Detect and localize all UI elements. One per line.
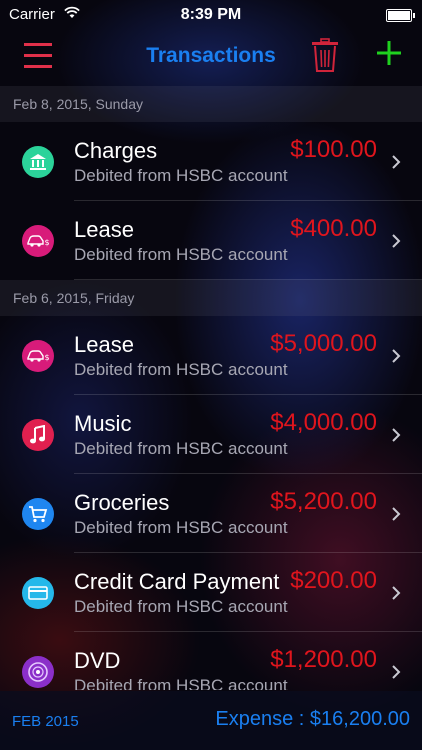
status-bar: Carrier 8:39 PM bbox=[0, 0, 422, 30]
navigation-bar: Transactions bbox=[0, 30, 422, 86]
car-lease-icon: $ bbox=[22, 340, 54, 372]
section-header-date: Feb 8, 2015, Sunday bbox=[0, 86, 422, 122]
transaction-subtitle: Debited from HSBC account bbox=[74, 518, 288, 537]
transaction-subtitle: Debited from HSBC account bbox=[74, 245, 288, 264]
add-icon[interactable] bbox=[376, 40, 402, 66]
transaction-row[interactable]: $ Lease Debited from HSBC account $5,000… bbox=[0, 316, 422, 395]
transaction-amount: $5,000.00 bbox=[270, 330, 377, 357]
chevron-right-icon bbox=[392, 428, 401, 442]
transaction-title: DVD bbox=[74, 648, 121, 673]
clock-time: 8:39 PM bbox=[180, 6, 242, 23]
chevron-right-icon bbox=[392, 586, 401, 600]
chevron-right-icon bbox=[392, 507, 401, 521]
transaction-amount: $400.00 bbox=[290, 215, 377, 242]
chevron-right-icon bbox=[392, 234, 401, 248]
transaction-title: Music bbox=[74, 411, 132, 436]
transaction-title: Groceries bbox=[74, 490, 170, 515]
car-lease-icon: $ bbox=[22, 225, 54, 257]
transaction-title: Charges bbox=[74, 138, 158, 163]
month-selector[interactable]: FEB 2015 bbox=[12, 713, 79, 730]
page-title: Transactions bbox=[146, 44, 276, 67]
transactions-list[interactable]: Feb 8, 2015, Sunday Charges Debited from… bbox=[0, 86, 422, 690]
transaction-row[interactable]: Music Debited from HSBC account $4,000.0… bbox=[0, 395, 422, 474]
transaction-title: Credit Card Payment bbox=[74, 569, 280, 594]
cart-icon bbox=[22, 498, 54, 530]
transaction-amount: $1,200.00 bbox=[270, 646, 377, 673]
transaction-amount: $200.00 bbox=[290, 567, 377, 594]
chevron-right-icon bbox=[392, 155, 401, 169]
transaction-subtitle: Debited from HSBC account bbox=[74, 360, 288, 379]
transaction-subtitle: Debited from HSBC account bbox=[74, 597, 288, 616]
transaction-title: Lease bbox=[74, 217, 134, 242]
dvd-icon bbox=[22, 656, 54, 688]
transaction-row[interactable]: $ Lease Debited from HSBC account $400.0… bbox=[0, 201, 422, 280]
transaction-amount: $5,200.00 bbox=[270, 488, 377, 515]
transaction-amount: $100.00 bbox=[290, 136, 377, 163]
trash-icon[interactable] bbox=[311, 38, 339, 72]
transaction-row[interactable]: Charges Debited from HSBC account $100.0… bbox=[0, 122, 422, 201]
svg-text:$: $ bbox=[45, 238, 50, 247]
transaction-subtitle: Debited from HSBC account bbox=[74, 166, 288, 185]
transaction-row[interactable]: Groceries Debited from HSBC account $5,2… bbox=[0, 474, 422, 553]
transaction-row[interactable]: Credit Card Payment Debited from HSBC ac… bbox=[0, 553, 422, 632]
battery-icon bbox=[386, 9, 415, 22]
section-header-date: Feb 6, 2015, Friday bbox=[0, 280, 422, 316]
svg-text:$: $ bbox=[45, 353, 50, 362]
transaction-subtitle: Debited from HSBC account bbox=[74, 676, 288, 690]
bank-icon bbox=[22, 146, 54, 178]
expense-total: Expense : $16,200.00 bbox=[215, 708, 410, 730]
summary-footer: FEB 2015 Expense : $16,200.00 bbox=[0, 691, 422, 750]
transaction-subtitle: Debited from HSBC account bbox=[74, 439, 288, 458]
chevron-right-icon bbox=[392, 665, 401, 679]
chevron-right-icon bbox=[392, 349, 401, 363]
transaction-row[interactable]: DVD Debited from HSBC account $1,200.00 bbox=[0, 632, 422, 690]
credit-card-icon bbox=[22, 577, 54, 609]
music-icon bbox=[22, 419, 54, 451]
transaction-title: Lease bbox=[74, 332, 134, 357]
transaction-amount: $4,000.00 bbox=[270, 409, 377, 436]
